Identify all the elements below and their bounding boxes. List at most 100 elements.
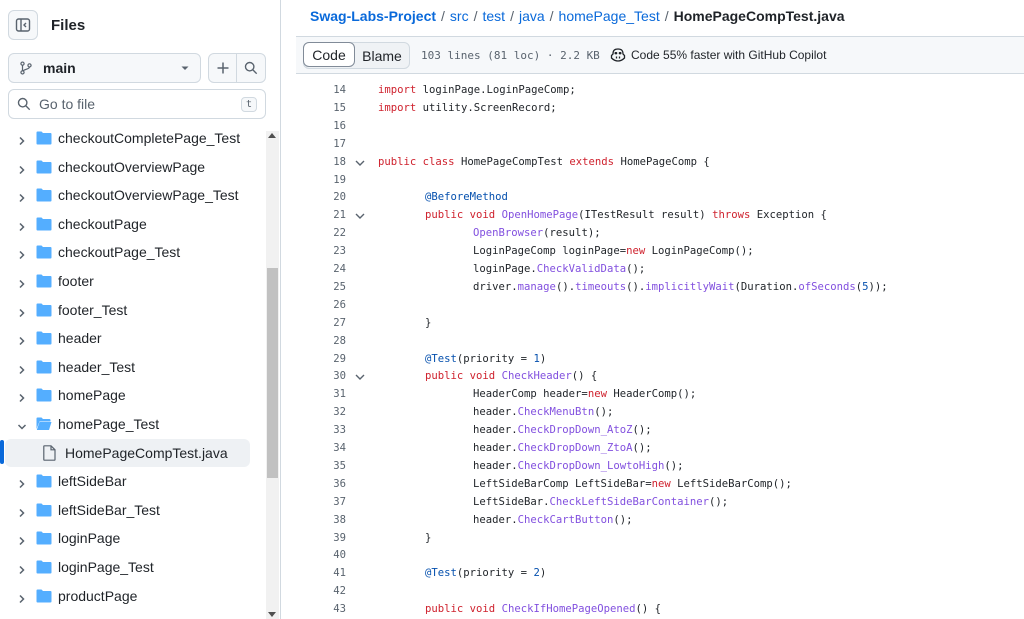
chevron-right-icon[interactable] <box>17 505 27 517</box>
breadcrumb-link-java[interactable]: java <box>519 8 545 24</box>
branch-selector[interactable]: main <box>8 53 201 83</box>
search-code-button[interactable] <box>236 53 266 83</box>
tree-folder-item[interactable]: homePage <box>0 381 264 409</box>
code-token: LeftSideBar. <box>473 495 550 508</box>
line-number[interactable]: 34 <box>296 442 346 454</box>
line-number[interactable]: 36 <box>296 478 346 490</box>
collapse-sidebar-button[interactable] <box>8 10 38 40</box>
tree-folder-item[interactable]: checkoutOverviewPage_Test <box>0 181 264 209</box>
line-number[interactable]: 30 <box>296 370 346 382</box>
chevron-right-icon[interactable] <box>17 162 27 174</box>
git-branch-icon <box>20 61 32 75</box>
breadcrumb-link-src[interactable]: src <box>450 8 469 24</box>
line-number[interactable]: 18 <box>296 156 346 168</box>
line-number[interactable]: 20 <box>296 191 346 203</box>
folder-icon <box>36 217 52 234</box>
tree-folder-item[interactable]: footer_Test <box>0 296 264 324</box>
tree-file-item[interactable]: HomePageCompTest.java <box>5 438 250 467</box>
line-number[interactable]: 23 <box>296 245 346 257</box>
blame-view-button[interactable]: Blame <box>355 43 409 68</box>
tree-folder-item[interactable]: footer <box>0 267 264 295</box>
chevron-right-icon[interactable] <box>17 476 27 489</box>
line-number[interactable]: 25 <box>296 281 346 293</box>
code-token: HeaderComp header= <box>473 388 588 401</box>
chevron-right-icon[interactable] <box>17 562 27 575</box>
line-number[interactable]: 14 <box>296 84 346 96</box>
line-number[interactable]: 15 <box>296 102 346 114</box>
chevron-right-icon[interactable] <box>17 247 27 260</box>
chevron-right-icon[interactable] <box>17 390 27 403</box>
code-token: header. <box>473 513 518 526</box>
line-number[interactable]: 32 <box>296 406 346 418</box>
fold-chevron-icon[interactable] <box>355 372 365 384</box>
line-number[interactable]: 35 <box>296 460 346 472</box>
line-number[interactable]: 42 <box>296 585 346 597</box>
code-keyword: public <box>425 370 464 383</box>
tree-folder-item[interactable]: checkoutOverviewPage <box>0 153 264 181</box>
code-token: (priority = <box>456 352 534 365</box>
breadcrumb-link-test[interactable]: test <box>482 8 505 24</box>
line-number[interactable]: 29 <box>296 353 346 365</box>
chevron-right-icon[interactable] <box>17 133 27 146</box>
line-number[interactable]: 24 <box>296 263 346 275</box>
chevron-right-icon[interactable] <box>17 305 27 317</box>
tree-folder-item[interactable]: checkoutPage <box>0 210 264 238</box>
tree-folder-item[interactable]: productPage <box>0 582 264 610</box>
breadcrumb-repo-link[interactable]: Swag-Labs-Project <box>310 8 436 24</box>
go-to-file-input[interactable]: Go to file t <box>8 89 266 119</box>
line-number[interactable]: 40 <box>296 549 346 561</box>
code-keyword: public <box>425 603 464 616</box>
line-number[interactable]: 28 <box>296 335 346 347</box>
chevron-right-icon[interactable] <box>17 533 27 546</box>
code-token: header. <box>473 406 518 419</box>
line-number[interactable]: 21 <box>296 209 346 221</box>
tree-folder-item[interactable]: leftSideBar <box>0 467 264 495</box>
chevron-right-icon[interactable] <box>17 362 27 374</box>
chevron-right-icon[interactable] <box>17 333 27 346</box>
chevron-right-icon[interactable] <box>17 219 27 231</box>
line-number[interactable]: 27 <box>296 317 346 329</box>
code-text: loginPage.CheckValidData(); <box>473 263 645 275</box>
line-number[interactable]: 43 <box>296 603 346 615</box>
chevron-right-icon[interactable] <box>17 190 27 203</box>
line-number[interactable]: 39 <box>296 532 346 544</box>
line-number[interactable]: 31 <box>296 388 346 400</box>
breadcrumb-link-homepage-test[interactable]: homePage_Test <box>559 8 660 24</box>
view-mode-toggle: Code Blame <box>303 42 410 69</box>
line-number[interactable]: 19 <box>296 174 346 186</box>
line-number[interactable]: 38 <box>296 514 346 526</box>
add-file-button[interactable] <box>208 53 237 83</box>
tree-folder-item[interactable]: loginPage_Test <box>0 553 264 581</box>
code-keyword: extends <box>569 155 615 168</box>
fold-chevron-icon[interactable] <box>355 158 365 170</box>
tree-folder-item[interactable]: leftSideBar_Test <box>0 496 264 524</box>
tree-folder-item[interactable]: loginPage <box>0 524 264 552</box>
scroll-down-arrow-icon[interactable] <box>268 612 276 617</box>
code-view-button[interactable]: Code <box>303 42 355 67</box>
copilot-promo-link[interactable]: Code 55% faster with GitHub Copilot <box>610 48 826 62</box>
tree-folder-item[interactable]: header <box>0 324 264 352</box>
chevron-right-icon[interactable] <box>17 276 27 289</box>
folder-icon <box>36 560 52 577</box>
chevron-down-icon[interactable] <box>17 419 27 430</box>
tree-folder-item[interactable]: homePage_Test <box>0 410 264 438</box>
line-number[interactable]: 22 <box>296 227 346 239</box>
code-keyword: import <box>378 101 417 114</box>
line-number[interactable]: 41 <box>296 567 346 579</box>
breadcrumb-separator: / <box>473 8 478 24</box>
tree-folder-item[interactable]: checkoutCompletePage_Test <box>0 124 264 152</box>
line-number[interactable]: 26 <box>296 299 346 311</box>
tree-scrollbar-thumb[interactable] <box>267 268 278 478</box>
line-number[interactable]: 33 <box>296 424 346 436</box>
chevron-right-icon[interactable] <box>17 591 27 603</box>
keyboard-shortcut-hint: t <box>240 96 257 112</box>
tree-folder-item[interactable]: header_Test <box>0 353 264 381</box>
line-number[interactable]: 17 <box>296 138 346 150</box>
tree-folder-item[interactable]: checkoutPage_Test <box>0 238 264 266</box>
code-token: header. <box>473 424 518 437</box>
code-token: (); <box>664 459 684 472</box>
scroll-up-arrow-icon[interactable] <box>268 133 276 138</box>
line-number[interactable]: 37 <box>296 496 346 508</box>
line-number[interactable]: 16 <box>296 120 346 132</box>
fold-chevron-icon[interactable] <box>355 211 365 223</box>
